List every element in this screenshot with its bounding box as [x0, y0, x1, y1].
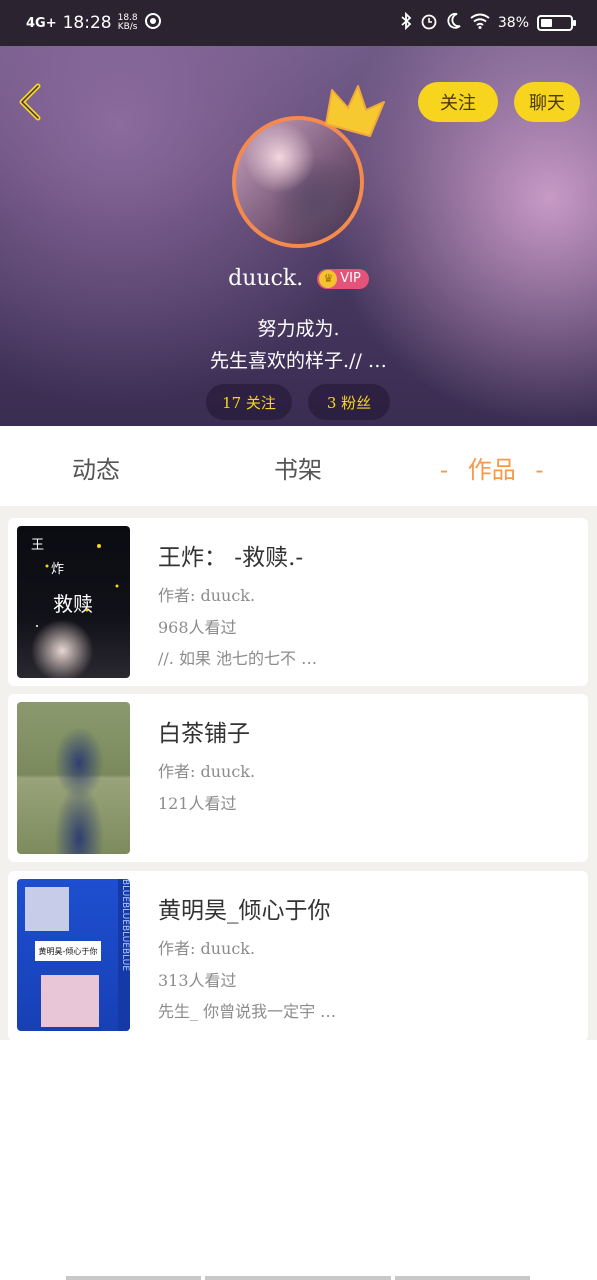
- tab-active-dash-left: -: [440, 456, 449, 484]
- nav-segment[interactable]: [205, 1276, 391, 1280]
- battery-icon: [537, 15, 576, 31]
- system-nav-bar: [0, 1270, 597, 1280]
- work-excerpt: 先生_ 你曾说我一定宇 …: [158, 1002, 337, 1021]
- list-item[interactable]: 黄明昊-倾心于你 BLUEBLUEBLUEBLUE 黄明昊_倾心于你 作者: d…: [8, 871, 588, 1041]
- battery-percent: 38%: [497, 15, 529, 31]
- cover-text: BLUEBLUEBLUEBLUE: [118, 879, 130, 1031]
- username: duuck.: [228, 266, 304, 291]
- tab-works-label: 作品: [467, 456, 516, 484]
- tab-dynamic[interactable]: 动态: [72, 450, 120, 485]
- chevron-left-icon: [19, 83, 41, 121]
- vip-label: VIP: [340, 271, 361, 286]
- list-item[interactable]: 王 炸 救赎 王炸： -救赎.- 作者: duuck. 968人看过 //. 如…: [8, 518, 588, 686]
- profile-tabs: 动态 书架 - 作品 -: [0, 426, 597, 506]
- back-button[interactable]: [14, 82, 50, 122]
- profile-header: 关注 聊天 duuck. ♛ VIP 努力成为. 先生喜欢的样子.// … 17…: [0, 46, 597, 426]
- bio-line-2: 先生喜欢的样子.// …: [210, 350, 387, 372]
- work-excerpt: //. 如果 池七的七不 …: [158, 649, 318, 668]
- work-title: 王炸： -救赎.-: [158, 545, 304, 571]
- cover-photo: [41, 975, 99, 1027]
- chat-button[interactable]: 聊天: [514, 82, 580, 122]
- bio-line-1: 努力成为.: [257, 318, 340, 340]
- clock: 18:28: [62, 13, 112, 33]
- tab-active-dash-right: -: [535, 456, 544, 484]
- wifi-icon: [470, 13, 490, 33]
- vip-crown-icon: ♛: [319, 269, 338, 288]
- cover-photo: [25, 887, 69, 931]
- stars-decoration: [36, 544, 119, 627]
- work-views: 313人看过: [158, 971, 237, 990]
- work-title: 黄明昊_倾心于你: [158, 898, 331, 924]
- speed-unit: KB/s: [117, 22, 138, 32]
- work-views: 968人看过: [158, 618, 237, 637]
- following-count-button[interactable]: 17 关注: [206, 384, 292, 420]
- bluetooth-icon: [400, 11, 412, 34]
- work-author: 作者: duuck.: [158, 762, 256, 781]
- username-row: duuck. ♛ VIP: [0, 266, 597, 291]
- follow-button[interactable]: 关注: [418, 82, 498, 122]
- app-notification-icon: [144, 12, 162, 34]
- vip-badge: ♛ VIP: [317, 268, 369, 289]
- book-cover: 王 炸 救赎: [17, 526, 130, 678]
- network-indicator: 4G+: [26, 15, 57, 31]
- book-cover: [17, 702, 130, 854]
- crown-icon: [325, 85, 385, 137]
- tab-bookshelf[interactable]: 书架: [274, 450, 322, 485]
- nav-segment[interactable]: [66, 1276, 201, 1280]
- work-author: 作者: duuck.: [158, 586, 256, 605]
- list-item[interactable]: 白茶铺子 作者: duuck. 121人看过: [8, 694, 588, 862]
- tab-works[interactable]: - 作品 -: [440, 450, 544, 485]
- network-speed: 18.8 KB/s: [118, 14, 138, 32]
- book-cover: 黄明昊-倾心于你 BLUEBLUEBLUEBLUE: [17, 879, 130, 1031]
- status-bar: 4G+ 18:28 18.8 KB/s 38%: [0, 0, 597, 46]
- fans-count-button[interactable]: 3 粉丝: [308, 384, 390, 420]
- alarm-icon: [420, 12, 438, 34]
- nav-segment[interactable]: [395, 1276, 530, 1280]
- work-title: 白茶铺子: [158, 721, 250, 747]
- moon-icon: [446, 12, 462, 34]
- work-author: 作者: duuck.: [158, 939, 256, 958]
- cover-text: 黄明昊-倾心于你: [35, 941, 101, 961]
- work-views: 121人看过: [158, 794, 237, 813]
- battery-level: [541, 19, 552, 27]
